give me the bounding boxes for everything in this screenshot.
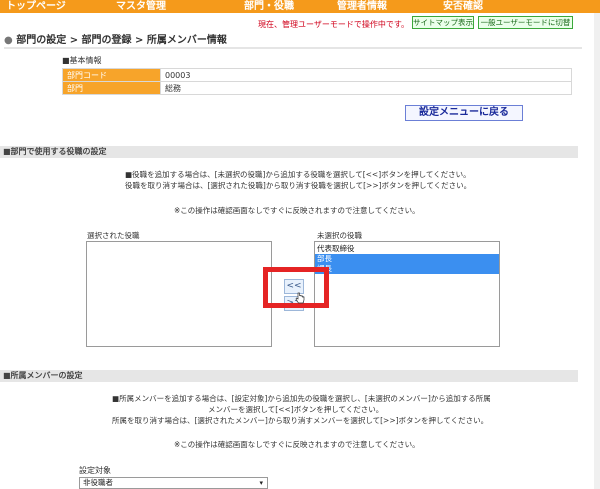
breadcrumb: ● 部門の設定 > 部門の登録 > 所属メンバー情報 [4, 34, 582, 49]
dept-name-value: 総務 [160, 81, 572, 95]
roles-instruction-1: ■役職を追加する場合は、[未選択の役職]から追加する役職を選択して[<<]ボタン… [125, 170, 471, 179]
members-instruction-3: 所属を取り消す場合は、[選択されたメンバー]から取り消すメンバーを選択して[>>… [112, 416, 489, 425]
list-item[interactable]: 代表取締役 [315, 244, 499, 254]
members-note: ※この操作は確認画面なしですぐに反映されますので注意してください。 [174, 440, 420, 449]
sitemap-button[interactable]: サイトマップ表示 [412, 16, 474, 29]
basic-info-title: ■基本情報 [62, 56, 102, 65]
nav-item-dept-role[interactable]: 部門・役職 [244, 0, 294, 13]
unselected-roles-listbox[interactable]: 代表取締役 部長 課長 [314, 241, 500, 347]
list-item[interactable]: 部長 [315, 254, 499, 264]
nav-item-safety[interactable]: 安否確認 [443, 0, 483, 13]
mode-status-text: 現在、管理ユーザーモードで操作中です。 [258, 20, 410, 29]
table-row: 部門 総務 [62, 81, 572, 95]
target-select-value: 非役職者 [83, 478, 113, 487]
top-nav-bar: トップページ マスタ管理 部門・役職 管理者情報 安否確認 [0, 0, 600, 13]
selected-roles-listbox[interactable] [86, 241, 272, 347]
dept-name-label: 部門 [62, 81, 161, 95]
roles-section-header: ■部門で使用する役職の設定 [0, 146, 578, 158]
members-instruction-2: メンバーを選択して[<<]ボタンを押してください。 [208, 405, 384, 414]
dept-code-value: 00003 [160, 68, 572, 82]
target-select[interactable]: 非役職者 ▾ [79, 477, 268, 489]
scrollbar[interactable] [594, 13, 600, 489]
breadcrumb-bullet: ● [4, 35, 13, 46]
members-instruction-1: ■所属メンバーを追加する場合は、[設定対象]から追加先の役職を選択し、[未選択の… [112, 394, 491, 403]
roles-note: ※この操作は確認画面なしですぐに反映されますので注意してください。 [174, 206, 420, 215]
table-row: 部門コード 00003 [62, 68, 572, 82]
roles-instruction-2: 役職を取り消す場合は、[選択された役職]から取り消す役職を選択して[>>]ボタン… [125, 181, 472, 190]
members-section-header: ■所属メンバーの設定 [0, 370, 578, 382]
dept-code-label: 部門コード [62, 68, 161, 82]
nav-item-top[interactable]: トップページ [6, 0, 66, 13]
basic-info-table: 部門コード 00003 部門 総務 [62, 68, 572, 95]
back-to-settings-menu-button[interactable]: 設定メニューに戻る [405, 105, 523, 121]
nav-item-admin[interactable]: 管理者情報 [337, 0, 387, 13]
target-label: 設定対象 [79, 466, 111, 475]
nav-item-master[interactable]: マスタ管理 [116, 0, 166, 13]
list-item[interactable]: 課長 [315, 264, 499, 274]
unselected-roles-label: 未選択の役職 [317, 231, 362, 240]
switch-user-mode-button[interactable]: 一般ユーザーモードに切替 [478, 16, 573, 29]
selected-roles-label: 選択された役職 [87, 231, 140, 240]
chevron-down-icon: ▾ [259, 479, 263, 487]
hand-cursor-icon [295, 292, 305, 304]
breadcrumb-text: 部門の設定 > 部門の登録 > 所属メンバー情報 [16, 35, 227, 46]
